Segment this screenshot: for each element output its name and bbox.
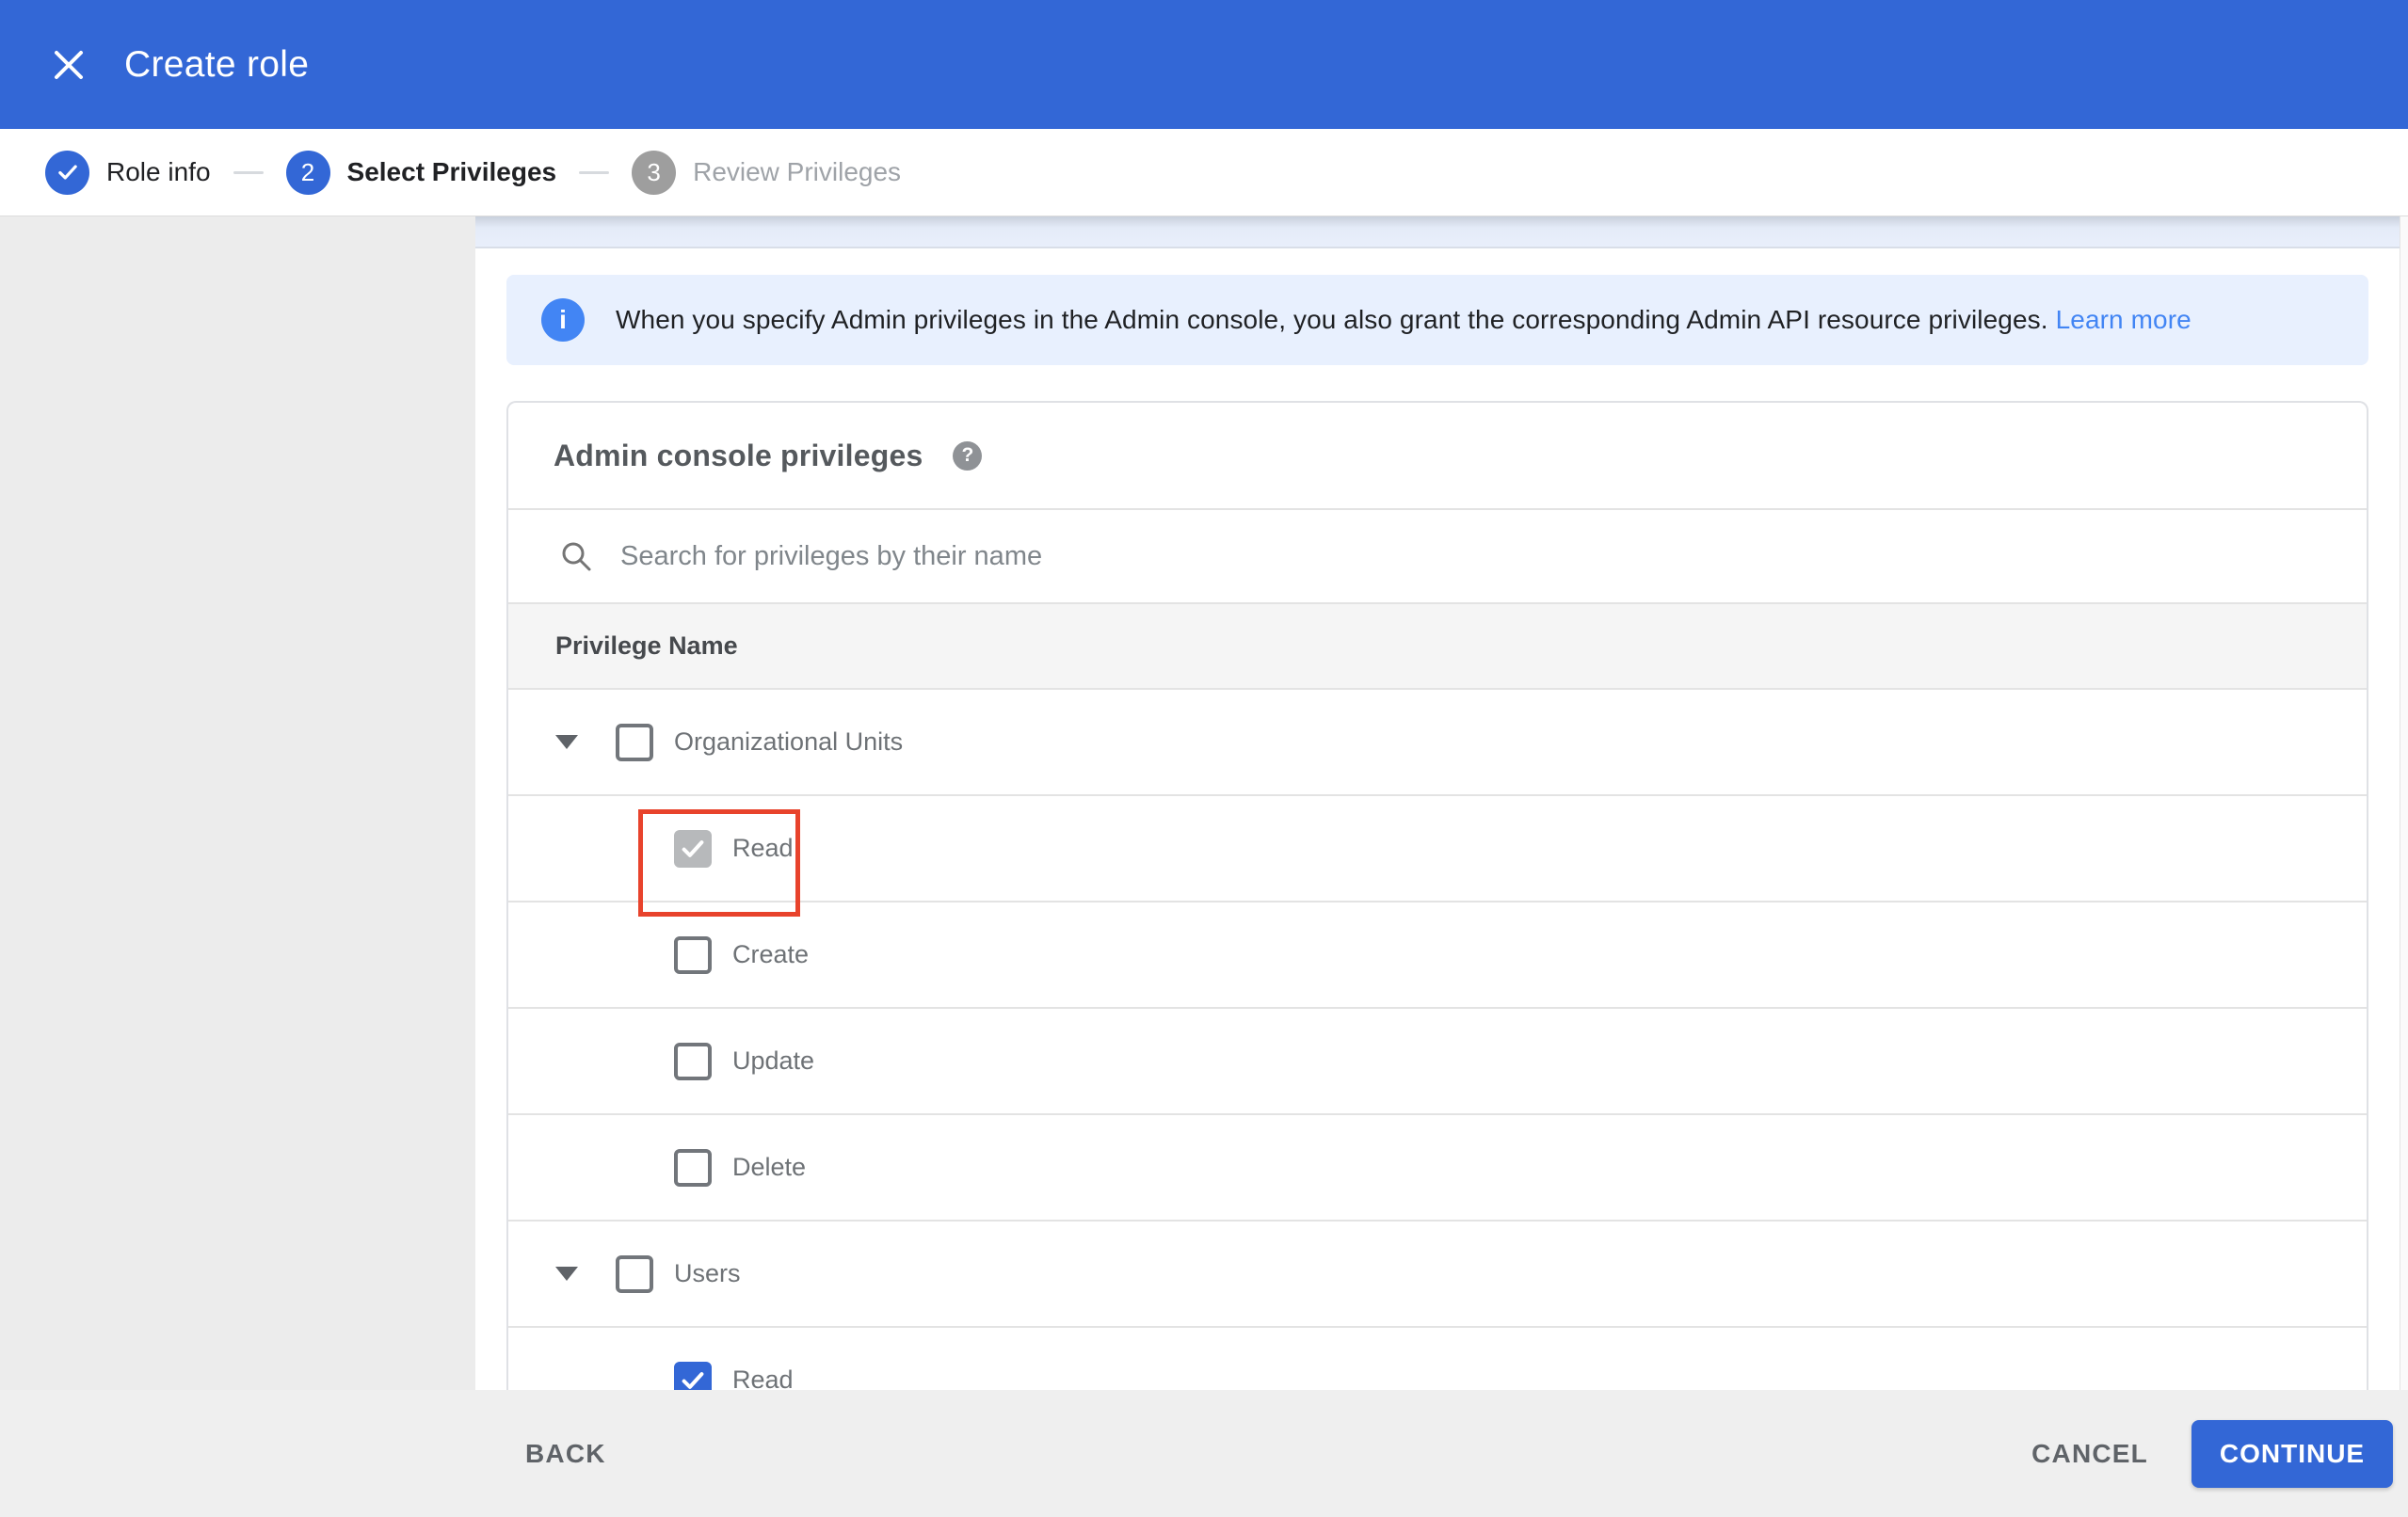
step-completed-check-icon <box>45 150 89 195</box>
privilege-group-row: Organizational Units <box>508 690 2367 796</box>
info-banner-text: When you specify Admin privileges in the… <box>616 305 2191 335</box>
footer-action-bar: BACK CANCEL CONTINUE <box>0 1390 2408 1517</box>
highlight-annotation <box>638 809 800 917</box>
privilege-label: Create <box>732 940 810 968</box>
privilege-row: Read <box>508 1328 2367 1390</box>
privilege-group-row: Users <box>508 1222 2367 1328</box>
step-number-badge: 2 <box>285 150 330 195</box>
collapse-arrow-icon[interactable] <box>555 735 578 750</box>
read-checkbox[interactable] <box>674 829 712 868</box>
delete-checkbox[interactable] <box>674 1148 712 1187</box>
step-role-info[interactable]: Role info <box>45 150 211 195</box>
step-select-privileges[interactable]: 2 Select Privileges <box>285 150 557 195</box>
collapse-arrow-icon[interactable] <box>555 1267 578 1282</box>
privilege-row: Update <box>508 1009 2367 1115</box>
step-separator <box>579 170 610 174</box>
triangle-down-icon <box>555 1267 578 1281</box>
info-banner: i When you specify Admin privileges in t… <box>506 275 2368 365</box>
step-label: Review Privileges <box>693 157 902 186</box>
card-title: Admin console privileges <box>554 438 923 472</box>
privilege-label: Update <box>732 1046 815 1075</box>
privilege-row: Create <box>508 902 2367 1009</box>
step-separator <box>233 170 264 174</box>
learn-more-link[interactable]: Learn more <box>2056 305 2191 334</box>
continue-button[interactable]: CONTINUE <box>2191 1419 2393 1488</box>
stepper: Role info 2 Select Privileges 3 Review P… <box>0 129 2408 216</box>
users-read-checkbox[interactable] <box>674 1361 712 1390</box>
close-icon-glyph <box>55 50 83 79</box>
triangle-down-icon <box>555 735 578 749</box>
step-label: Select Privileges <box>346 157 557 186</box>
privilege-label: Delete <box>732 1153 807 1181</box>
info-banner-message: When you specify Admin privileges in the… <box>616 305 2048 334</box>
step-review-privileges[interactable]: 3 Review Privileges <box>632 150 902 195</box>
organizational-units-checkbox[interactable] <box>616 723 653 761</box>
privilege-label: Read <box>732 834 794 862</box>
privilege-label: Users <box>674 1259 741 1287</box>
cancel-button[interactable]: CANCEL <box>2031 1439 2148 1469</box>
update-checkbox[interactable] <box>674 1042 712 1080</box>
close-icon[interactable] <box>26 23 111 107</box>
privilege-search-input[interactable] <box>620 540 2367 572</box>
content-area: i When you specify Admin privileges in t… <box>475 216 2408 1390</box>
privilege-row: Read <box>508 796 2367 917</box>
left-sidebar <box>0 216 475 1390</box>
privilege-row: Delete <box>508 1115 2367 1222</box>
card-header: Admin console privileges ? <box>508 403 2367 510</box>
privilege-search-row <box>508 510 2367 602</box>
step-number-badge: 3 <box>632 150 677 195</box>
admin-privileges-card: Admin console privileges ? Privilege Nam… <box>506 401 2368 1390</box>
search-icon <box>562 542 591 571</box>
privilege-label: Read <box>732 1365 794 1390</box>
help-icon[interactable]: ? <box>953 440 983 471</box>
scrollbar-track[interactable] <box>2400 216 2408 1390</box>
info-icon: i <box>541 298 585 342</box>
dialog-title: Create role <box>124 43 310 85</box>
step-label: Role info <box>106 157 211 186</box>
scrolled-content-strip <box>475 216 2408 248</box>
create-checkbox[interactable] <box>674 935 712 974</box>
app-bar: Create role <box>0 0 2408 129</box>
back-button[interactable]: BACK <box>525 1439 606 1469</box>
table-column-header: Privilege Name <box>508 602 2367 690</box>
privilege-label: Organizational Units <box>674 727 904 756</box>
users-checkbox[interactable] <box>616 1254 653 1293</box>
